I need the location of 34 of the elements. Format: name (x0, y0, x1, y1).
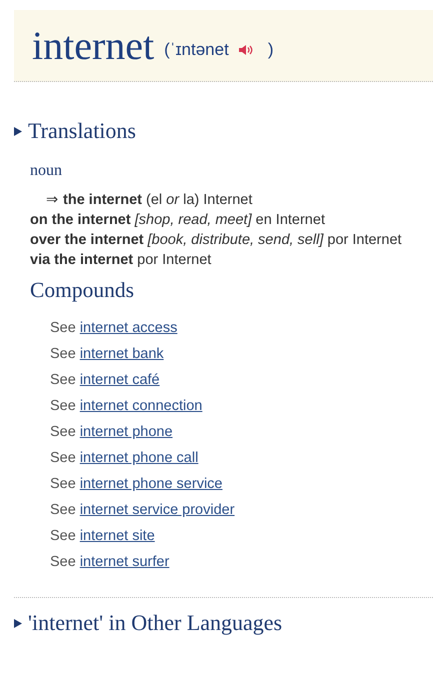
compound-link[interactable]: internet site (80, 523, 155, 549)
see-label: See (50, 423, 76, 442)
phrase-translation: via the internet por Internet (30, 252, 212, 268)
compound-link[interactable]: internet connection (80, 393, 202, 419)
compounds-heading: Compounds (30, 278, 135, 303)
triangle-icon[interactable] (14, 618, 22, 628)
see-label: See (50, 501, 76, 520)
see-label: See (50, 527, 76, 546)
headword: internet (32, 22, 154, 69)
compound-link[interactable]: internet bank (80, 341, 164, 367)
compound-link[interactable]: internet access (80, 315, 178, 341)
translation-entry: ⇒ the internet (el or la) Internet (46, 192, 252, 208)
see-label: See (50, 319, 76, 338)
see-label: See (50, 371, 76, 390)
compound-link[interactable]: internet service provider (80, 497, 235, 523)
part-of-speech: noun (30, 162, 63, 180)
see-label: See (50, 397, 76, 416)
pronunciation: ) (268, 40, 274, 60)
compound-link[interactable]: internet phone call (80, 445, 198, 471)
compound-link[interactable]: internet surfer (80, 549, 170, 575)
compound-link[interactable]: internet phone (80, 419, 173, 445)
triangle-icon[interactable] (14, 126, 22, 136)
see-label: See (50, 449, 76, 468)
section-heading[interactable]: Translations (28, 118, 136, 144)
section-heading[interactable]: 'internet' in Other Languages (28, 610, 282, 636)
see-label: See (50, 345, 76, 364)
see-label: See (50, 475, 76, 494)
speaker-icon[interactable] (238, 44, 254, 56)
phrase-translation: over the internet [book, distribute, send, sell] por Internet (30, 232, 402, 248)
phrase-translation: on the internet [shop, read, meet] en Internet (30, 212, 325, 228)
compound-link[interactable]: internet café (80, 367, 160, 393)
see-label: See (50, 553, 76, 572)
pronunciation: (ˈɪntənet (164, 40, 229, 60)
compound-link[interactable]: internet phone service (80, 471, 222, 497)
